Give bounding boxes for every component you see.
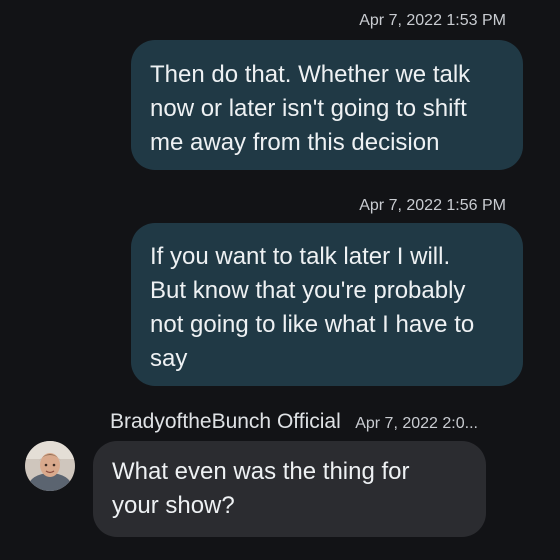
message-text-line: your show? xyxy=(112,492,235,519)
message-text-line: If you want to talk later I will. xyxy=(150,243,451,270)
outgoing-message-bubble[interactable]: If you want to talk later I will. But kn… xyxy=(131,223,523,386)
message-text-line: now or later isn't going to shift xyxy=(150,95,467,122)
message-timestamp: Apr 7, 2022 1:53 PM xyxy=(359,12,506,29)
avatar[interactable] xyxy=(25,441,75,491)
message-text-line: say xyxy=(150,345,188,372)
message-text-line: What even was the thing for xyxy=(112,458,410,485)
sender-name[interactable]: BradyoftheBunch Official xyxy=(110,410,341,433)
incoming-message-bubble[interactable]: What even was the thing for your show? xyxy=(93,441,486,537)
message-timestamp: Apr 7, 2022 2:0... xyxy=(355,415,478,432)
message-timestamp: Apr 7, 2022 1:56 PM xyxy=(359,197,506,214)
avatar-photo-icon xyxy=(25,441,75,491)
sender-header: BradyoftheBunch Official Apr 7, 2022 2:0… xyxy=(110,410,478,434)
message-text-line: Then do that. Whether we talk xyxy=(150,61,471,88)
outgoing-message-bubble[interactable]: Then do that. Whether we talk now or lat… xyxy=(131,40,523,170)
message-text-line: me away from this decision xyxy=(150,129,440,156)
message-text-line: not going to like what I have to xyxy=(150,311,475,338)
message-text-line: But know that you're probably xyxy=(150,277,466,304)
